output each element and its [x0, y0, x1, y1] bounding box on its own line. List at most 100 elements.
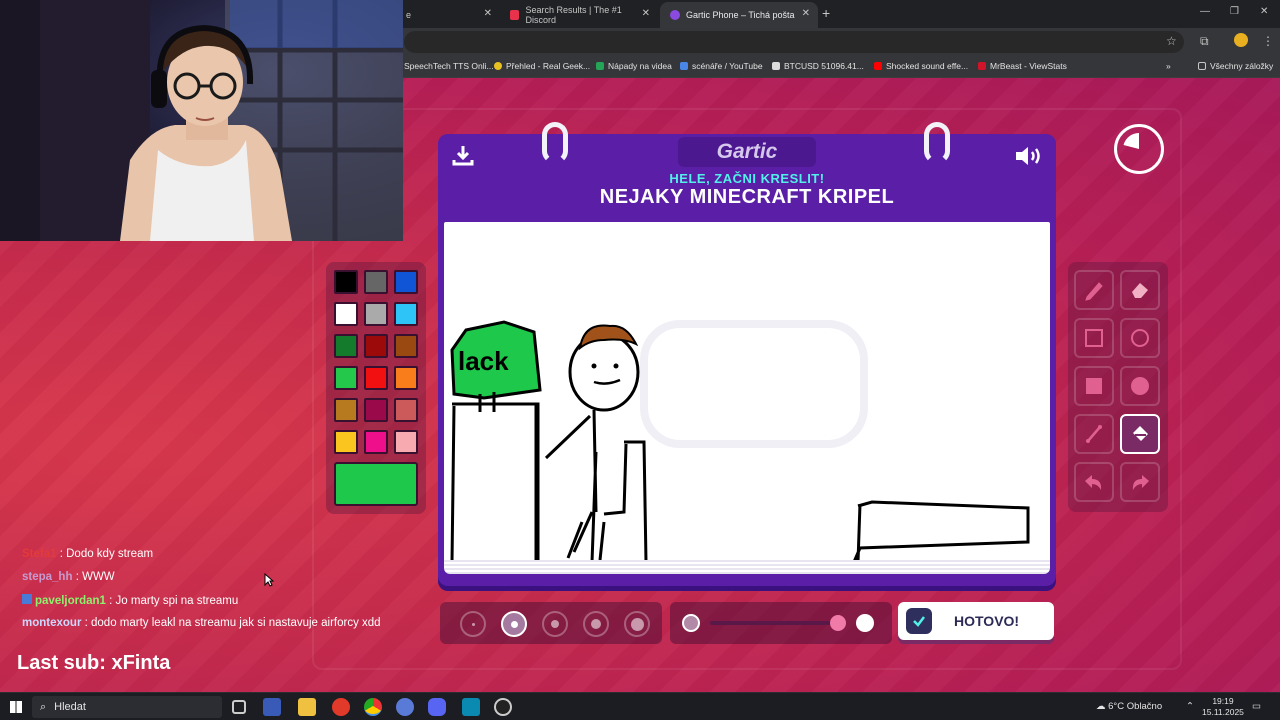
minimize-icon[interactable]: — [1200, 6, 1210, 17]
opacity-track[interactable] [710, 621, 840, 625]
color-swatch[interactable] [334, 302, 358, 326]
profile-avatar-icon[interactable] [1234, 33, 1248, 47]
color-swatch[interactable] [394, 398, 418, 422]
windows-taskbar: ⌕ Hledat ☁ 6°C Oblačno ⌃ 19:19 15.11.202… [0, 692, 1280, 720]
color-swatch[interactable] [364, 398, 388, 422]
color-swatch[interactable] [364, 366, 388, 390]
close-icon[interactable]: ✕ [642, 8, 650, 19]
notebook-pages [444, 560, 1050, 574]
fill-bucket-tool[interactable] [1120, 414, 1160, 454]
file-explorer-icon[interactable] [298, 698, 316, 716]
line-tool[interactable] [1074, 414, 1114, 454]
color-swatch[interactable] [334, 430, 358, 454]
chat-text: : Dodo kdy stream [59, 548, 154, 560]
app-icon-calculator[interactable] [263, 698, 281, 716]
docs-icon [680, 62, 688, 70]
prompt-title: NEJAKY MINECRAFT KRIPEL [599, 186, 895, 208]
bookmark-napady[interactable]: Nápady na videa [596, 61, 672, 71]
menu-icon[interactable]: ⋮ [1262, 34, 1274, 48]
search-icon: ⌕ [40, 700, 47, 713]
chrome-icon[interactable] [364, 698, 382, 716]
bookmark-btcusd[interactable]: BTCUSD 51096.41... [772, 61, 864, 71]
tab-prev[interactable]: e ✕ [396, 2, 500, 28]
app-icon-v[interactable] [462, 698, 480, 716]
chat-text: : WWW [75, 571, 115, 583]
bookmark-favicon-icon [494, 62, 502, 70]
app-icon-blue[interactable] [396, 698, 414, 716]
volume-icon[interactable] [1014, 144, 1044, 168]
cloud-icon: ☁ [1096, 701, 1106, 712]
filled-ellipse-tool[interactable] [1120, 366, 1160, 406]
opacity-handle[interactable] [830, 615, 846, 631]
color-swatch[interactable] [394, 302, 418, 326]
discord-icon[interactable] [428, 698, 446, 716]
pencil-tool[interactable] [1074, 270, 1114, 310]
bookmark-realgeek[interactable]: Přehled - Real Geek... [494, 61, 590, 71]
restore-icon[interactable]: ❐ [1230, 6, 1239, 17]
close-icon[interactable]: ✕ [802, 8, 810, 19]
window-close-icon[interactable]: ✕ [1260, 6, 1268, 17]
redo-tool[interactable] [1120, 462, 1160, 502]
folder-icon [1198, 62, 1206, 70]
color-swatch[interactable] [334, 270, 358, 294]
star-icon[interactable]: ☆ [1166, 34, 1177, 48]
download-icon[interactable] [452, 144, 474, 166]
address-bar[interactable] [404, 31, 1184, 53]
app-icon-red[interactable] [332, 698, 350, 716]
tool-panel [1068, 262, 1168, 512]
opacity-slider[interactable] [670, 602, 892, 644]
close-icon[interactable]: ✕ [484, 8, 492, 19]
eraser-tool[interactable] [1120, 270, 1160, 310]
new-tab-button[interactable]: + [822, 5, 830, 21]
tray-overflow-icon[interactable]: ⌃ [1186, 701, 1194, 712]
rectangle-tool[interactable] [1074, 318, 1114, 358]
done-button[interactable]: HOTOVO! [898, 602, 1054, 640]
weather-widget[interactable]: ☁ 6°C Oblačno [1096, 701, 1162, 712]
bookmark-shocked-sound[interactable]: Shocked sound effe... [874, 61, 968, 71]
bookmark-viewstats[interactable]: MrBeast - ViewStats [978, 61, 1067, 71]
drawing-canvas[interactable]: lack [444, 222, 1050, 566]
brush-size-5[interactable] [624, 611, 650, 637]
extensions-icon[interactable]: ⧉ [1200, 34, 1209, 49]
filled-rectangle-tool[interactable] [1074, 366, 1114, 406]
tradingview-icon [772, 62, 780, 70]
search-placeholder: Hledat [54, 701, 86, 713]
undo-tool[interactable] [1074, 462, 1114, 502]
brush-size-3[interactable] [542, 611, 568, 637]
color-swatch[interactable] [364, 430, 388, 454]
obs-icon[interactable] [494, 698, 512, 716]
color-swatch[interactable] [394, 270, 418, 294]
color-swatch[interactable] [334, 334, 358, 358]
windows-start-icon[interactable] [10, 701, 22, 713]
notifications-icon[interactable]: ▭ [1252, 701, 1261, 712]
color-swatch[interactable] [394, 430, 418, 454]
opacity-min-icon [682, 614, 700, 632]
ellipse-tool[interactable] [1120, 318, 1160, 358]
color-swatch[interactable] [364, 334, 388, 358]
brush-size-1[interactable] [460, 611, 486, 637]
all-bookmarks[interactable]: Všechny záložky [1198, 61, 1273, 71]
opacity-max-icon [856, 614, 874, 632]
chat-message: stepa_hh : WWW [22, 571, 442, 594]
color-swatch[interactable] [334, 366, 358, 390]
color-palette [326, 262, 426, 514]
taskbar-search[interactable]: ⌕ Hledat [32, 696, 222, 718]
color-swatch[interactable] [364, 270, 388, 294]
brush-size-2[interactable] [501, 611, 527, 637]
color-swatch[interactable] [394, 366, 418, 390]
badge-icon [22, 594, 32, 604]
color-swatch[interactable] [394, 334, 418, 358]
streamer-webcam-image [0, 0, 403, 241]
color-swatch[interactable] [334, 398, 358, 422]
chat-message: paveljordan1 : Jo marty spi na streamu [22, 594, 442, 617]
tab-discord-search[interactable]: Search Results | The #1 Discord ✕ [500, 2, 658, 28]
bookmark-speechtech[interactable]: SpeechTech TTS Onli... [404, 61, 494, 71]
brush-size-4[interactable] [583, 611, 609, 637]
tab-label: Gartic Phone – Tichá pošta [686, 10, 795, 20]
bookmark-scenare[interactable]: scénáře / YouTube [680, 61, 763, 71]
tab-gartic-phone[interactable]: Gartic Phone – Tichá pošta ✕ [660, 2, 818, 28]
task-view-icon[interactable] [232, 700, 246, 714]
bookmarks-overflow-icon[interactable]: » [1166, 61, 1171, 71]
system-clock[interactable]: 19:19 15.11.2025 [1202, 696, 1244, 718]
color-swatch[interactable] [364, 302, 388, 326]
